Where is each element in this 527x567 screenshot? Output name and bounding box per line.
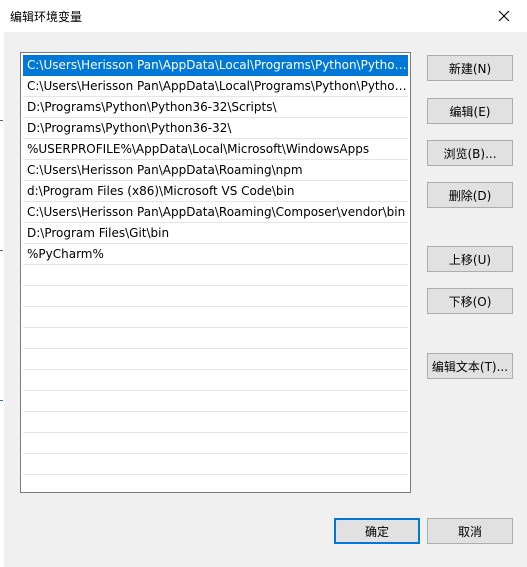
list-item[interactable]: d:\Program Files (x86)\Microsoft VS Code… [23, 181, 408, 202]
path-list[interactable]: C:\Users\Herisson Pan\AppData\Local\Prog… [20, 52, 411, 493]
move-up-button[interactable]: 上移(U) [427, 246, 513, 272]
new-button[interactable]: 新建(N) [427, 55, 513, 81]
list-item[interactable]: D:\Programs\Python\Python36-32\ [23, 118, 408, 139]
empty-row [23, 412, 408, 433]
close-button[interactable] [481, 0, 527, 32]
list-item[interactable]: D:\Programs\Python\Python36-32\Scripts\ [23, 97, 408, 118]
empty-row [23, 265, 408, 286]
list-item[interactable]: C:\Users\Herisson Pan\AppData\Local\Prog… [23, 76, 408, 97]
left-window-edge [0, 0, 4, 567]
window-title: 编辑环境变量 [10, 10, 83, 24]
close-icon [498, 10, 510, 22]
list-item[interactable]: C:\Users\Herisson Pan\AppData\Roaming\Co… [23, 202, 408, 223]
list-item[interactable]: D:\Program Files\Git\bin [23, 223, 408, 244]
browse-button[interactable]: 浏览(B)... [427, 140, 513, 166]
empty-row [23, 286, 408, 307]
list-item[interactable]: C:\Users\Herisson Pan\AppData\Roaming\np… [23, 160, 408, 181]
move-down-button[interactable]: 下移(O) [427, 288, 513, 314]
cancel-button[interactable]: 取消 [427, 518, 513, 544]
delete-button[interactable]: 删除(D) [427, 182, 513, 208]
empty-row [23, 391, 408, 412]
list-item[interactable]: %USERPROFILE%\AppData\Local\Microsoft\Wi… [23, 139, 408, 160]
empty-row [23, 307, 408, 328]
ok-button[interactable]: 确定 [334, 518, 420, 544]
empty-row [23, 370, 408, 391]
empty-row [23, 454, 408, 475]
title-bar: 编辑环境变量 [4, 0, 527, 32]
list-item[interactable]: %PyCharm% [23, 244, 408, 265]
list-item[interactable]: C:\Users\Herisson Pan\AppData\Local\Prog… [23, 55, 408, 76]
empty-row [23, 328, 408, 349]
empty-row [23, 433, 408, 454]
empty-row [23, 349, 408, 370]
edit-text-button[interactable]: 编辑文本(T)... [427, 353, 513, 379]
edit-button[interactable]: 编辑(E) [427, 98, 513, 124]
